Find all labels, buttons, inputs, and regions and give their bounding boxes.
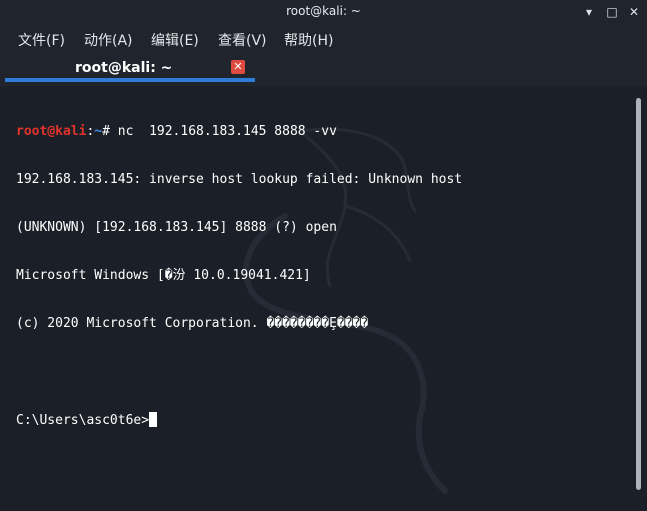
command-text: nc 192.168.183.145 8888 -vv (117, 124, 337, 139)
cmd-prompt-line: C:\Users\asc0t6e> (16, 412, 627, 428)
menu-edit[interactable]: 编辑(E) (151, 30, 199, 50)
prompt-path: ~ (94, 124, 103, 139)
output-line: Microsoft Windows [�汾 10.0.19041.421] (16, 268, 311, 283)
output-line: (c) 2020 Microsoft Corporation. ��������… (16, 316, 369, 331)
prompt-user: root@kali (16, 124, 87, 139)
prompt-line: root@kali:~# nc 192.168.183.145 8888 -vv (16, 124, 627, 140)
minimize-button[interactable]: ▾ (581, 4, 597, 20)
close-window-button[interactable]: ✕ (626, 4, 642, 20)
prompt-symbol: # (102, 124, 118, 139)
scrollbar[interactable] (636, 98, 641, 490)
output-line: (UNKNOWN) [192.168.183.145] 8888 (?) ope… (16, 220, 337, 235)
menu-bar: 文件(F) 动作(A) 编辑(E) 查看(V) 帮助(H) (0, 24, 647, 54)
terminal-output: root@kali:~# nc 192.168.183.145 8888 -vv… (16, 92, 627, 460)
tab-label: root@kali: ~ (75, 60, 173, 76)
tab-close-icon[interactable]: ✕ (231, 60, 245, 74)
menu-action[interactable]: 动作(A) (84, 30, 133, 50)
title-bar: root@kali: ~ ▾ □ ✕ (0, 0, 647, 24)
maximize-button[interactable]: □ (604, 4, 620, 20)
cmd-prompt-text: C:\Users\asc0t6e> (16, 413, 150, 428)
menu-help[interactable]: 帮助(H) (284, 30, 333, 50)
window-title: root@kali: ~ (286, 4, 361, 18)
tab-active-indicator (5, 78, 255, 82)
menu-view[interactable]: 查看(V) (218, 30, 267, 50)
output-line: 192.168.183.145: inverse host lookup fai… (16, 172, 463, 187)
text-cursor (149, 412, 158, 427)
menu-file[interactable]: 文件(F) (18, 30, 65, 50)
terminal-area[interactable]: root@kali:~# nc 192.168.183.145 8888 -vv… (0, 86, 647, 511)
